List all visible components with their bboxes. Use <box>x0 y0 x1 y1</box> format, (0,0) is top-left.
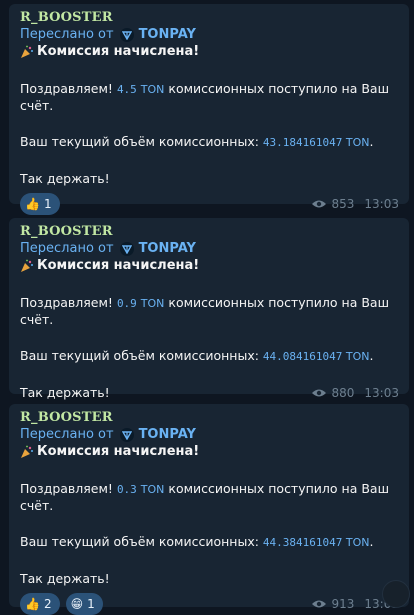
forward-prefix: Переслано от <box>20 27 114 42</box>
message-meta: 880 13:03 <box>311 386 399 400</box>
reaction-thumbs-up[interactable]: 👍 1 <box>20 193 60 215</box>
thumbs-up-icon: 👍 <box>25 197 40 211</box>
amount-unit: TON <box>140 483 165 496</box>
amount-unit: TON <box>140 297 165 310</box>
total-value: 43.184161047 <box>262 136 343 149</box>
message-line-1: Поздравляем! 0.3 TON комиссионных поступ… <box>20 481 390 513</box>
message-title-row: Комиссия начислена! <box>20 43 399 61</box>
message-line-1: Поздравляем! 0.9 TON комиссионных поступ… <box>20 295 390 327</box>
view-count: 913 <box>331 597 355 611</box>
tonpay-logo-icon <box>119 427 134 442</box>
thumbs-up-icon: 👍 <box>25 597 40 611</box>
message-title: Комиссия начислена! <box>37 444 200 459</box>
message-line-2: Ваш текущий объём комиссионных: 44.38416… <box>20 534 374 549</box>
message-bubble[interactable]: R_BOOSTER Переслано от TONPAY Комиссия н… <box>9 404 409 615</box>
forwarded-from[interactable]: Переслано от TONPAY <box>20 26 399 43</box>
message-footer: 👍 1 853 13:03 <box>20 193 399 215</box>
message-line-1: Поздравляем! 4.5 TON комиссионных поступ… <box>20 81 390 113</box>
reaction-count: 2 <box>43 597 52 611</box>
tonpay-logo-icon <box>119 241 134 256</box>
message-footer: Так держать! 880 13:03 <box>20 385 399 401</box>
view-count: 853 <box>331 197 355 211</box>
forward-channel[interactable]: TONPAY <box>139 26 196 43</box>
amount-value: 0.3 <box>116 483 137 496</box>
view-count: 880 <box>331 386 355 400</box>
party-popper-icon <box>21 259 33 272</box>
message-bubble[interactable]: R_BOOSTER Переслано от TONPAY Комиссия н… <box>9 218 409 400</box>
amount-unit: TON <box>140 83 165 96</box>
total-value: 44.384161047 <box>262 536 343 549</box>
message-title: Комиссия начислена! <box>37 44 200 59</box>
message-closing: Так держать! <box>20 385 110 400</box>
total-unit: TON <box>345 136 370 149</box>
forwarded-from[interactable]: Переслано от TONPAY <box>20 240 399 257</box>
sender-name[interactable]: R_BOOSTER <box>20 224 399 239</box>
total-unit: TON <box>345 350 370 363</box>
reaction-count: 1 <box>43 197 52 211</box>
eye-icon <box>311 389 326 397</box>
sender-name[interactable]: R_BOOSTER <box>20 410 399 425</box>
forward-prefix: Переслано от <box>20 241 114 256</box>
reactions: 👍 1 <box>20 193 60 215</box>
tonpay-logo-icon <box>119 27 134 42</box>
sender-name[interactable]: R_BOOSTER <box>20 10 399 25</box>
message-time: 13:03 <box>364 386 399 400</box>
grinning-face-icon: 😁 <box>70 597 84 611</box>
party-popper-icon <box>21 45 33 58</box>
amount-value: 4.5 <box>116 83 137 96</box>
message-title: Комиссия начислена! <box>37 258 200 273</box>
message-closing: Так держать! <box>20 571 110 586</box>
reaction-count: 1 <box>87 597 95 611</box>
message-title-row: Комиссия начислена! <box>20 443 399 461</box>
message-closing: Так держать! <box>20 171 110 186</box>
forward-channel[interactable]: TONPAY <box>139 240 196 257</box>
forwarded-from[interactable]: Переслано от TONPAY <box>20 426 399 443</box>
total-value: 44.084161047 <box>262 350 343 363</box>
forward-prefix: Переслано от <box>20 427 114 442</box>
eye-icon <box>311 600 326 608</box>
total-unit: TON <box>345 536 370 549</box>
amount-value: 0.9 <box>116 297 137 310</box>
message-line-2: Ваш текущий объём комиссионных: 44.08416… <box>20 348 374 363</box>
party-popper-icon <box>21 445 33 458</box>
message-time: 13:03 <box>364 197 399 211</box>
message-meta: 853 13:03 <box>311 197 399 211</box>
scroll-down-button[interactable] <box>382 580 410 608</box>
eye-icon <box>311 200 326 208</box>
message-line-2: Ваш текущий объём комиссионных: 43.18416… <box>20 134 374 149</box>
message-title-row: Комиссия начислена! <box>20 257 399 275</box>
message-bubble[interactable]: R_BOOSTER Переслано от TONPAY Комиссия н… <box>9 4 409 215</box>
forward-channel[interactable]: TONPAY <box>139 426 196 443</box>
